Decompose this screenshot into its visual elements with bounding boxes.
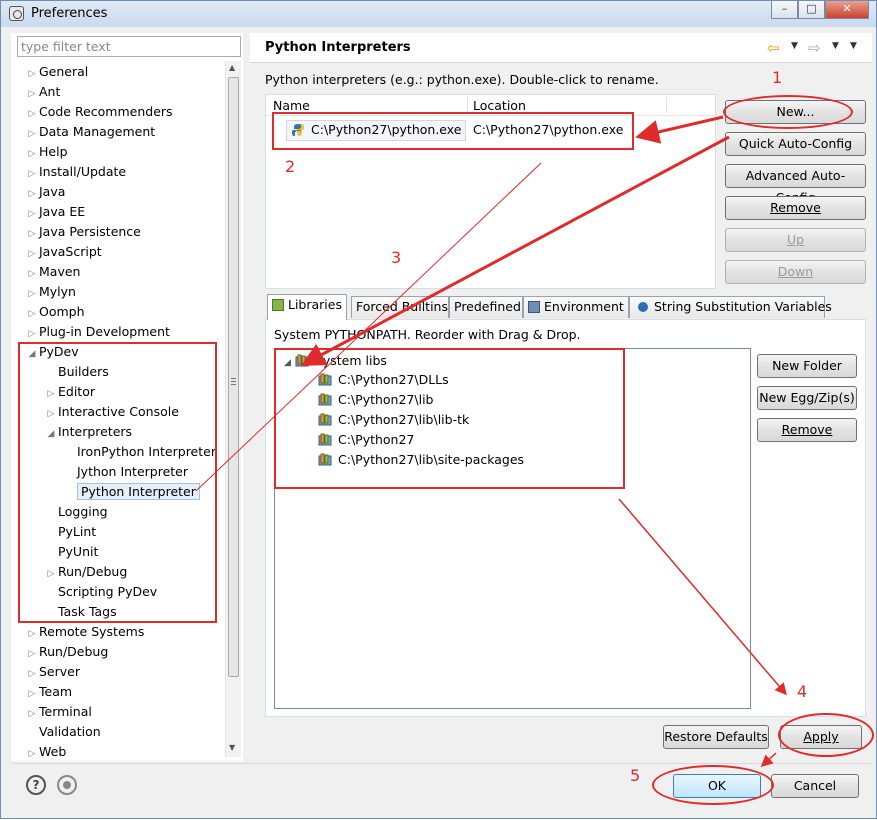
arrow-libs-to-apply <box>618 498 787 696</box>
arrow-new-to-interpreter <box>635 115 724 144</box>
arrow-apply-to-ok <box>760 752 777 768</box>
preferences-window: Preferences – □ ✕ type filter text ▷ Gene… <box>0 0 877 819</box>
arrow-interpreter-to-libs <box>300 135 730 366</box>
arrow-tree-to-table <box>195 162 542 492</box>
annotation-arrows <box>195 115 787 768</box>
